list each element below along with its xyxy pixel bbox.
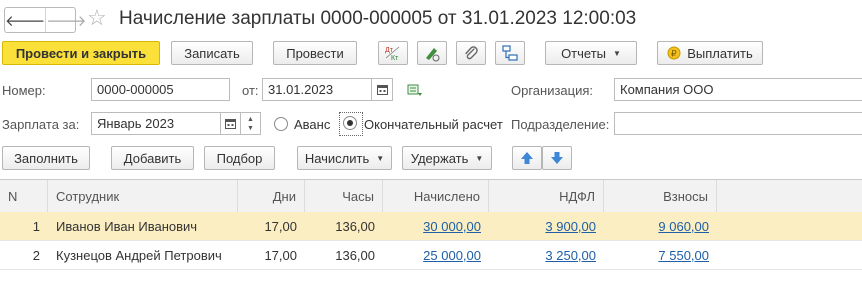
svg-text:₽: ₽ (671, 49, 677, 59)
add-button[interactable]: Добавить (111, 146, 194, 170)
dt-kt-icon: Дт Кт (385, 46, 400, 62)
coin-icon: ₽ (667, 46, 681, 60)
reports-menu-button[interactable]: Отчеты ▼ (545, 41, 637, 65)
caret-down-icon: ▼ (613, 48, 621, 58)
arrow-up-icon (521, 152, 533, 164)
cell-days[interactable]: 17,00 (238, 212, 305, 240)
structure-button[interactable] (495, 41, 525, 65)
cell-accrued: 30 000,00 (383, 212, 489, 240)
cell-employee[interactable]: Иванов Иван Иванович (48, 212, 238, 240)
column-header-n[interactable]: N (0, 180, 48, 212)
accrue-label: Начислить (304, 150, 370, 166)
cell-days[interactable]: 17,00 (238, 241, 305, 269)
advance-label: Аванс (294, 117, 331, 132)
pay-label: Выплатить (687, 45, 753, 61)
structure-icon (502, 45, 518, 61)
back-button[interactable]: 🡐 (5, 8, 45, 32)
column-header-contributions[interactable]: Взносы (604, 180, 717, 212)
organization-field[interactable]: Компания ООО (614, 78, 862, 101)
move-down-button[interactable] (542, 146, 572, 170)
navigation-buttons: 🡐 🡒 (4, 7, 86, 33)
attach-button[interactable] (456, 41, 486, 65)
fill-button[interactable]: Заполнить (2, 146, 90, 170)
date-label: от: (242, 83, 259, 98)
forward-button[interactable]: 🡒 (45, 8, 86, 32)
final-payment-radio[interactable] (343, 116, 357, 130)
cell-n: 1 (32, 218, 40, 234)
calendar-icon (225, 119, 236, 129)
final-payment-label: Окончательный расчет (364, 117, 503, 132)
table-header: N Сотрудник Дни Часы Начислено НДФЛ Взно… (0, 180, 862, 213)
post-and-close-button[interactable]: Провести и закрыть (2, 41, 160, 65)
post-button[interactable]: Провести (273, 41, 357, 65)
arrow-right-icon: 🡒 (46, 12, 87, 30)
date-field[interactable]: 31.01.2023 (262, 78, 372, 101)
salary-period-field[interactable]: Январь 2023 (91, 112, 221, 135)
cell-employee[interactable]: Кузнецов Андрей Петрович (48, 241, 238, 269)
column-header-accrued[interactable]: Начислено (383, 180, 489, 212)
star-icon[interactable]: ☆ (87, 6, 107, 30)
cell-hours[interactable]: 136,00 (305, 212, 383, 240)
cell-n: 2 (32, 247, 40, 263)
division-field[interactable] (614, 112, 862, 135)
period-calendar-button[interactable] (221, 112, 241, 135)
division-label: Подразделение: (511, 117, 610, 132)
history-icon (407, 84, 422, 96)
move-up-button[interactable] (512, 146, 542, 170)
advance-radio[interactable] (274, 117, 288, 131)
svg-text:Кт: Кт (391, 55, 399, 62)
column-header-days[interactable]: Дни (238, 180, 305, 212)
calendar-icon (376, 85, 388, 95)
sign-icon (426, 48, 440, 62)
pick-button[interactable]: Подбор (204, 146, 275, 170)
pay-button[interactable]: ₽ Выплатить (657, 41, 763, 65)
salary-for-label: Зарплата за: (2, 117, 80, 132)
arrow-left-icon: 🡐 (5, 12, 46, 30)
column-header-hours[interactable]: Часы (305, 180, 383, 212)
spin-down-icon: ▼ (247, 124, 254, 132)
column-header-ndfl[interactable]: НДФЛ (489, 180, 604, 212)
withhold-label: Удержать (410, 150, 469, 166)
cell-contributions: 7 550,00 (604, 241, 717, 269)
arrow-down-icon (551, 152, 563, 164)
period-spinner[interactable]: ▲ ▼ (241, 112, 261, 135)
employees-table: N Сотрудник Дни Часы Начислено НДФЛ Взно… (0, 179, 862, 295)
withhold-menu-button[interactable]: Удержать ▼ (402, 146, 492, 170)
caret-down-icon: ▼ (376, 153, 385, 163)
accrued-link[interactable]: 30 000,00 (423, 219, 481, 234)
number-field[interactable]: 0000-000005 (91, 78, 230, 101)
accrue-menu-button[interactable]: Начислить ▼ (297, 146, 392, 170)
ndfl-link[interactable]: 3 900,00 (545, 219, 596, 234)
spin-up-icon: ▲ (247, 115, 254, 123)
cell-hours[interactable]: 136,00 (305, 241, 383, 269)
contributions-link[interactable]: 7 550,00 (658, 248, 709, 263)
paperclip-icon (465, 46, 478, 60)
sign-button[interactable] (417, 41, 447, 65)
cell-accrued: 25 000,00 (383, 241, 489, 269)
cell-ndfl: 3 250,00 (489, 241, 604, 269)
table-row[interactable]: 2 Кузнецов Андрей Петрович 17,00 136,00 … (0, 241, 862, 270)
contributions-link[interactable]: 9 060,00 (658, 219, 709, 234)
reports-label: Отчеты (561, 45, 606, 61)
number-label: Номер: (2, 83, 46, 98)
ndfl-link[interactable]: 3 250,00 (545, 248, 596, 263)
cell-contributions: 9 060,00 (604, 212, 717, 240)
page-title: Начисление зарплаты 0000-000005 от 31.01… (119, 8, 637, 29)
organization-label: Организация: (511, 83, 594, 98)
cell-ndfl: 3 900,00 (489, 212, 604, 240)
dt-kt-button[interactable]: Дт Кт (378, 41, 408, 65)
accrued-link[interactable]: 25 000,00 (423, 248, 481, 263)
caret-down-icon: ▼ (475, 153, 484, 163)
save-button[interactable]: Записать (171, 41, 253, 65)
table-row[interactable]: 1 Иванов Иван Иванович 17,00 136,00 30 0… (0, 212, 862, 241)
column-header-employee[interactable]: Сотрудник (48, 180, 238, 212)
calendar-button[interactable] (372, 78, 393, 101)
document-history-button[interactable] (407, 84, 423, 100)
